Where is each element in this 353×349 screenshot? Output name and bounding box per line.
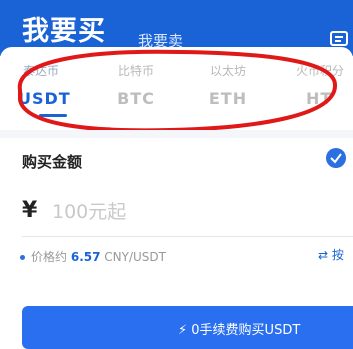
buy-button-text: 0手续费购买USDT	[191, 323, 301, 338]
lightning-icon: ⚡	[178, 323, 188, 338]
check-icon[interactable]	[326, 148, 346, 168]
amount-input[interactable]	[50, 196, 254, 228]
currency-symbol: ¥	[22, 198, 38, 223]
active-tab-indicator	[39, 114, 67, 117]
section-divider	[0, 130, 353, 138]
tab-btc-en: BTC	[117, 89, 155, 108]
tab-eth-en: ETH	[208, 89, 248, 108]
price-info: 价格约 6.57 CNY/USDT	[20, 248, 166, 265]
page-title: 我要买	[22, 16, 106, 47]
input-underline	[22, 236, 353, 237]
coin-tabs: 泰达币 USDT 比特币 BTC 以太坊 ETH 火币积分 HT	[0, 62, 353, 122]
content-card-top	[0, 47, 353, 61]
tab-usdt-en: USDT	[18, 89, 71, 108]
tab-btc[interactable]: 比特币 BTC	[113, 62, 159, 108]
tab-ht-en: HT	[306, 89, 333, 108]
tab-eth[interactable]: 以太坊 ETH	[205, 62, 251, 108]
tab-usdt[interactable]: 泰达币 USDT	[18, 62, 71, 108]
amount-label: 购买金额	[22, 153, 83, 171]
tab-ht-cn: 火币积分	[296, 64, 345, 78]
swap-icon: ⇄	[318, 248, 329, 262]
buy-button-label: ⚡ 0手续费购买USDT	[178, 319, 300, 338]
tab-usdt-cn: 泰达币	[22, 64, 59, 78]
price-value: 6.57	[70, 250, 101, 264]
switch-label: 按	[331, 248, 344, 262]
bullet-icon	[20, 255, 25, 260]
tab-btc-cn: 比特币	[117, 64, 154, 78]
tab-eth-cn: 以太坊	[209, 64, 246, 78]
price-prefix: 价格约	[31, 250, 68, 264]
order-list-icon[interactable]	[330, 30, 352, 48]
price-unit: CNY/USDT	[104, 250, 166, 264]
buy-button[interactable]: ⚡ 0手续费购买USDT	[22, 306, 353, 349]
switch-mode-button[interactable]: ⇄ 按	[318, 246, 344, 263]
tab-ht[interactable]: 火币积分 HT	[296, 62, 353, 108]
